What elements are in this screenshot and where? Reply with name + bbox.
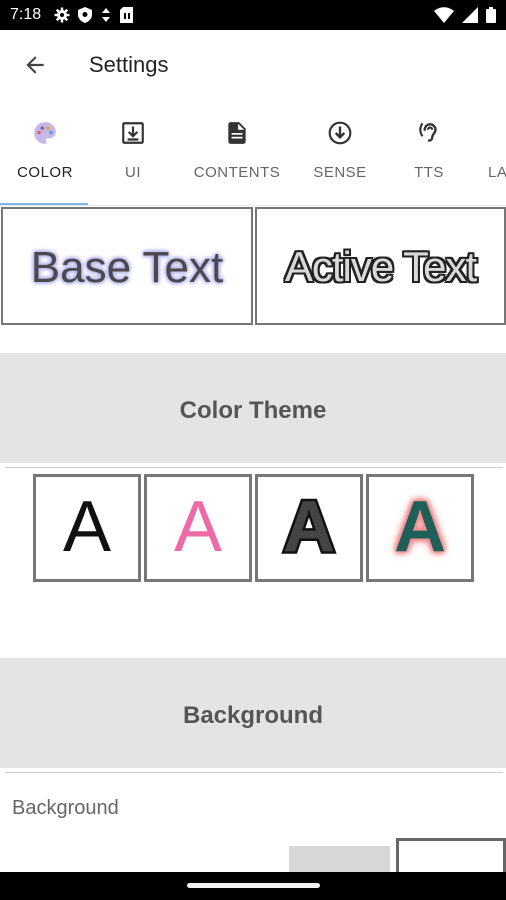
settings-tab-bar: COLOR UI CONTENTS SENSE TTS LA: [0, 112, 506, 206]
wifi-icon: [434, 7, 454, 23]
gear-icon: [54, 7, 70, 23]
tab-sense[interactable]: SENSE: [296, 112, 384, 206]
background-header: Background: [0, 658, 506, 768]
download-arrows-icon: [102, 8, 110, 22]
divider: [5, 772, 503, 773]
page-title: Settings: [89, 52, 169, 77]
theme-letter: A: [62, 487, 112, 567]
base-text-sample: Base Text: [30, 243, 224, 292]
tab-label-color: COLOR: [17, 164, 73, 181]
tab-contents[interactable]: CONTENTS: [188, 112, 286, 206]
sim-card-icon: [120, 7, 133, 23]
tab-ui[interactable]: UI: [88, 112, 178, 206]
tab-partial[interactable]: LA: [476, 112, 506, 206]
theme-letter: A: [173, 487, 223, 567]
theme-option-black[interactable]: A: [33, 474, 141, 582]
active-text-sample: Active Text: [284, 243, 477, 290]
download-box-icon: [122, 122, 144, 144]
tab-label-ui: UI: [125, 164, 141, 181]
home-gesture-handle[interactable]: [187, 883, 320, 888]
palette-icon: [34, 122, 56, 144]
document-icon: [228, 122, 246, 144]
status-time: 7:18: [10, 6, 42, 23]
theme-letter: A: [281, 487, 338, 567]
active-text-preview[interactable]: Active Text: [255, 207, 506, 325]
back-arrow-icon[interactable]: [22, 52, 48, 78]
status-bar: 7:18: [0, 0, 506, 30]
background-label: Background: [12, 797, 119, 819]
ear-icon: [419, 122, 437, 142]
tab-tts[interactable]: TTS: [386, 112, 472, 206]
cellular-signal-icon: [462, 7, 478, 23]
app-bar: Settings: [0, 30, 506, 100]
theme-option-teal-pink-outline[interactable]: A: [366, 474, 474, 582]
theme-option-pink[interactable]: A: [144, 474, 252, 582]
divider: [5, 467, 503, 468]
tab-divider: [0, 205, 506, 206]
base-text-preview[interactable]: Base Text: [1, 207, 253, 325]
arrow-down-circle-icon: [328, 121, 352, 145]
tab-label-sense: SENSE: [313, 164, 367, 181]
color-theme-title: Color Theme: [179, 397, 327, 424]
tab-label-contents: CONTENTS: [193, 164, 281, 181]
background-title: Background: [182, 702, 323, 729]
color-theme-header: Color Theme: [0, 353, 506, 463]
tab-label-tts: TTS: [414, 164, 444, 181]
tab-color[interactable]: COLOR: [0, 112, 90, 206]
shield-icon: [78, 7, 92, 23]
navigation-bar: [0, 872, 506, 900]
theme-letter: A: [394, 487, 446, 567]
theme-option-gray-outline[interactable]: A: [255, 474, 363, 582]
battery-icon: [486, 7, 496, 23]
tab-label-partial: LA: [488, 164, 506, 181]
